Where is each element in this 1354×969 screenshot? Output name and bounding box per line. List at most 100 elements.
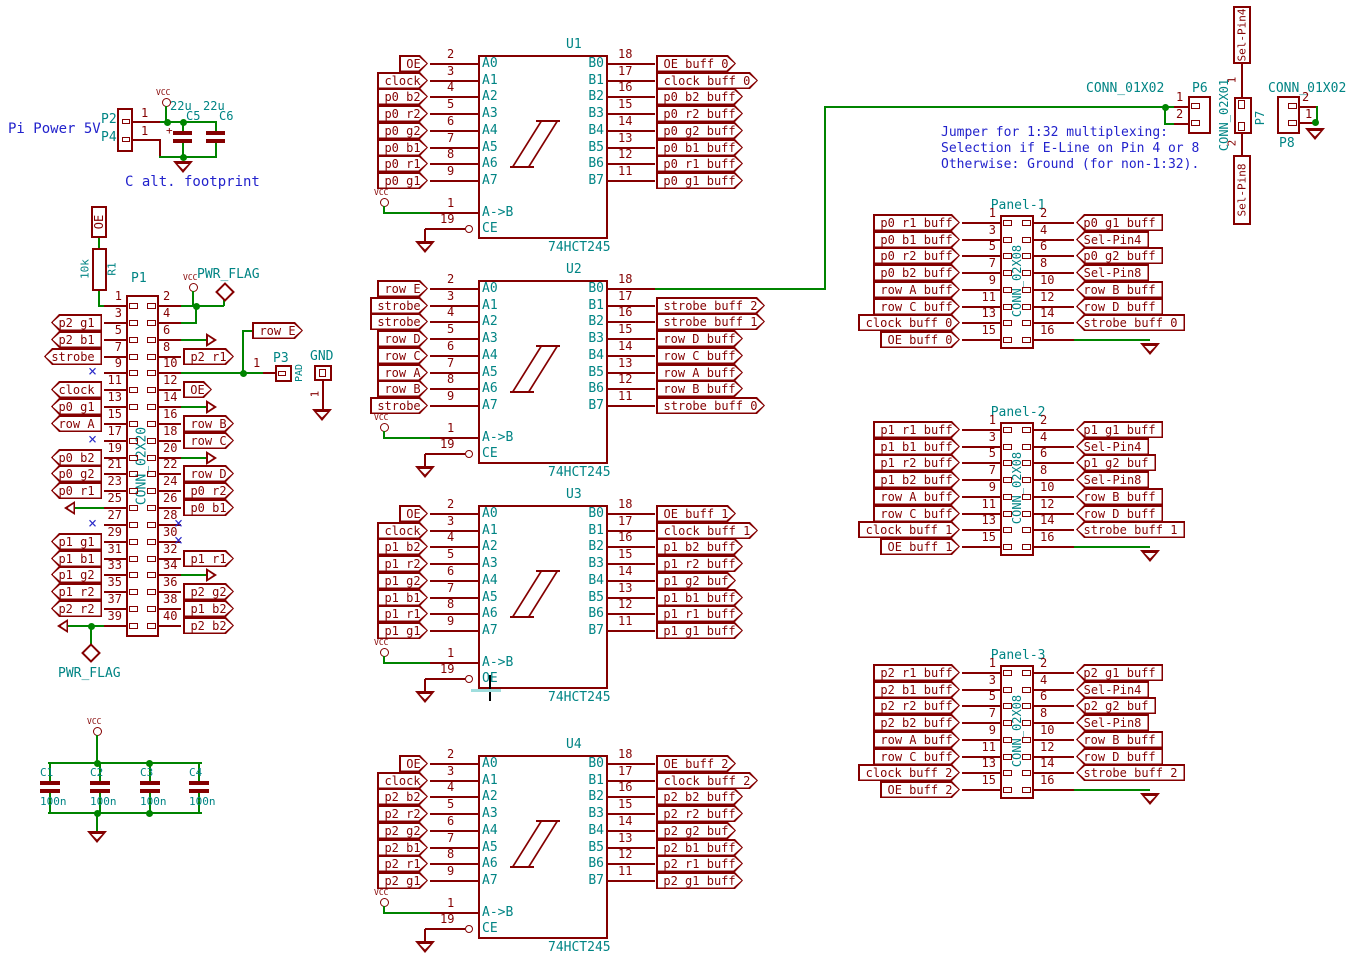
- net-label-text: Sel-Pin4: [1076, 441, 1149, 453]
- net-label-text: OE_buff_2: [880, 784, 960, 796]
- cap-value[interactable]: 100n: [189, 796, 216, 807]
- pin-name: A4: [482, 349, 498, 362]
- cap-value[interactable]: 100n: [40, 796, 67, 807]
- cap-ref[interactable]: C4: [189, 767, 202, 778]
- jumper-note-line-3[interactable]: Otherwise: Ground (for non-1:32).: [941, 158, 1199, 171]
- pin-slot: [1003, 237, 1012, 243]
- pin-slot: [1022, 460, 1031, 466]
- net-label-text: strobe_buff_2: [656, 300, 765, 312]
- cap-value[interactable]: 100n: [90, 796, 117, 807]
- pin-number: 13: [966, 757, 996, 769]
- pin-name: A->B: [482, 656, 513, 669]
- chip-part[interactable]: 74HCT245: [548, 466, 611, 479]
- net-label-text: p1_b1_buff: [656, 592, 743, 604]
- pin-number: 2: [447, 48, 454, 60]
- p3-ref[interactable]: P3: [273, 352, 289, 365]
- pin-number: 2: [1302, 91, 1309, 103]
- pin-slot: [1003, 720, 1012, 726]
- pin-stub: [962, 339, 1000, 341]
- chip-ref[interactable]: U4: [566, 738, 582, 751]
- pin-number: 13: [618, 357, 632, 369]
- pin-slot: [1022, 511, 1031, 517]
- net-label-text: p1_g1_buff: [656, 625, 743, 637]
- chip-ref[interactable]: U3: [566, 488, 582, 501]
- net-label-text: OE_buff_0: [656, 58, 736, 70]
- pin-number: 11: [618, 865, 632, 877]
- net-label-text: Sel-Pin8: [1237, 164, 1248, 217]
- connector-p4-ref[interactable]: P4: [101, 131, 117, 144]
- pwr-flag-label[interactable]: PWR_FLAG: [58, 667, 121, 680]
- pin-number: 6: [1040, 690, 1047, 702]
- cap-ref[interactable]: C2: [90, 767, 103, 778]
- connector-p2-ref[interactable]: P2: [101, 113, 117, 126]
- net-label-text: clock_buff_0: [656, 75, 758, 87]
- pin-name: A5: [482, 591, 498, 604]
- resistor-ref[interactable]: R1: [107, 262, 118, 275]
- pin-slot: [129, 438, 138, 444]
- net-label-text: clock_buff_0: [858, 317, 960, 329]
- net-label-text: p2_b2_buff: [656, 791, 743, 803]
- cap-ref[interactable]: C6: [219, 110, 233, 122]
- panel-title[interactable]: Panel-1: [991, 199, 1046, 212]
- panel-title[interactable]: Panel-2: [991, 406, 1046, 419]
- jumper-note-line-1[interactable]: Jumper for 1:32 multiplexing:: [941, 126, 1168, 139]
- pin-stub: [104, 625, 126, 627]
- pin-number: 1: [966, 414, 996, 426]
- jumper-note-line-2[interactable]: Selection if E-Line on Pin 4 or 8: [941, 142, 1199, 155]
- cap-ref[interactable]: C5: [186, 110, 200, 122]
- pin-number: 15: [966, 324, 996, 336]
- pwr-flag-symbol[interactable]: [215, 282, 235, 302]
- pwr-flag-label[interactable]: PWR_FLAG: [197, 268, 260, 281]
- pin-slot: [319, 369, 326, 377]
- wire: [424, 454, 426, 466]
- p1-ref[interactable]: P1: [131, 272, 147, 285]
- p7-ref[interactable]: P7: [1254, 111, 1266, 125]
- panel-title[interactable]: Panel-3: [991, 649, 1046, 662]
- net-label-text: p1_g1_buff: [1076, 424, 1163, 436]
- net-label-text: p0_g2: [377, 125, 428, 137]
- chip-part[interactable]: 74HCT245: [548, 241, 611, 254]
- pin-slot: [129, 455, 138, 461]
- schmitt-glyph: [510, 616, 534, 618]
- chip-part[interactable]: 74HCT245: [548, 941, 611, 954]
- cap-footprint-note[interactable]: C alt. footprint: [125, 175, 260, 189]
- chip-ref[interactable]: U2: [566, 263, 582, 276]
- resistor-value[interactable]: 10k: [80, 259, 91, 279]
- chip-part[interactable]: 74HCT245: [548, 691, 611, 704]
- net-label-text: Sel-Pin8: [1076, 474, 1149, 486]
- p6-ref[interactable]: P6: [1192, 82, 1208, 95]
- pin-number: 2: [1040, 657, 1047, 669]
- pin-stub: [962, 546, 1000, 548]
- pin-slot: [147, 404, 156, 410]
- net-label-text: p2_r1_buff: [656, 858, 743, 870]
- pin-slot: [129, 320, 138, 326]
- pwr-flag-symbol[interactable]: [81, 643, 101, 663]
- cap-value[interactable]: 100n: [140, 796, 167, 807]
- pin-name: CE: [482, 922, 498, 935]
- pin-number: 3: [447, 65, 454, 77]
- p3-value[interactable]: PAD: [295, 364, 305, 382]
- cap-ref[interactable]: C1: [40, 767, 53, 778]
- pin-slot: [1022, 737, 1031, 743]
- pin-name: A4: [482, 574, 498, 587]
- wire: [424, 229, 426, 241]
- pin-number: 3: [966, 431, 996, 443]
- pin-slot: [147, 522, 156, 528]
- pin-slot: [1288, 103, 1297, 109]
- connector-p2p4-body[interactable]: [117, 108, 133, 152]
- net-label-text: p2_r1_buff: [873, 667, 960, 679]
- wire: [96, 735, 98, 763]
- p7-part[interactable]: CONN_02X01: [1218, 79, 1230, 151]
- cap-ref[interactable]: C3: [140, 767, 153, 778]
- connector-p6-body[interactable]: [1188, 96, 1211, 134]
- p8-ref[interactable]: P8: [1279, 137, 1295, 150]
- pin-number: 1: [966, 657, 996, 669]
- power-section-title[interactable]: Pi Power 5V: [8, 122, 101, 136]
- p6-part[interactable]: CONN_01X02: [1086, 82, 1164, 95]
- net-label-text: p2_r1: [183, 351, 234, 363]
- pin-name: CE: [482, 447, 498, 460]
- chip-ref[interactable]: U1: [566, 38, 582, 51]
- connector-p8-body[interactable]: [1277, 96, 1300, 134]
- gnd-conn-ref[interactable]: GND: [310, 350, 333, 363]
- pin-name: B6: [568, 157, 604, 170]
